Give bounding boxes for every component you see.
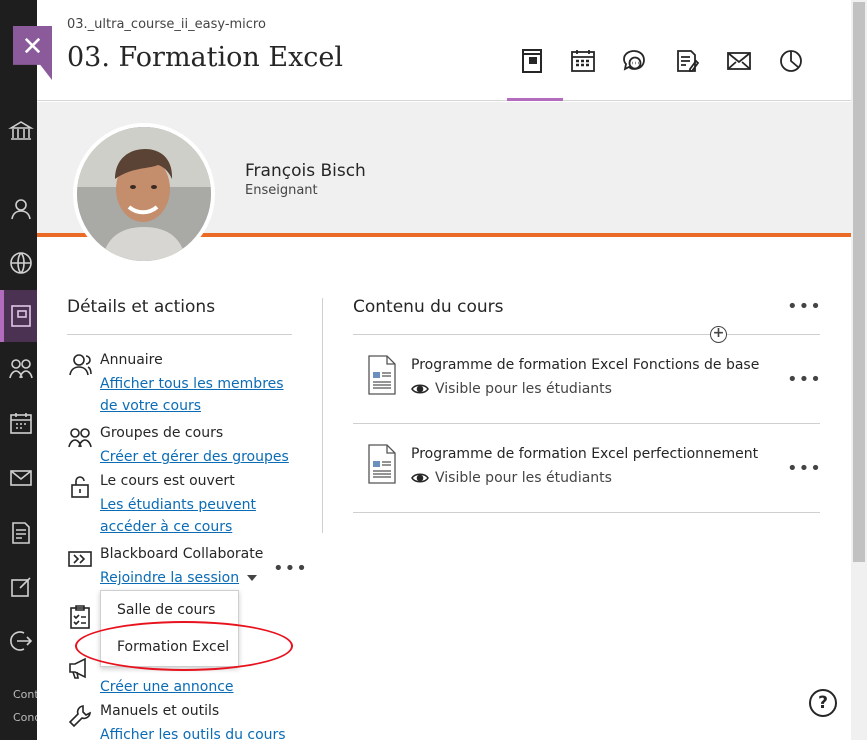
content-item-title[interactable]: Programme de formation Excel Fonctions d…: [411, 357, 759, 373]
global-nav: Cont Cond: [0, 0, 41, 740]
join-session-link[interactable]: Rejoindre la session: [100, 567, 300, 589]
course-header: 03._ultra_course_ii_easy-micro 03. Forma…: [37, 0, 851, 101]
content-item-more-button[interactable]: •••: [787, 369, 822, 390]
collaborate-icon: [67, 546, 93, 572]
eye-icon: [411, 473, 429, 483]
details-item-title: Blackboard Collaborate: [100, 546, 264, 562]
content-more-button[interactable]: •••: [787, 296, 822, 317]
teacher-avatar[interactable]: [73, 123, 215, 265]
megaphone-icon: [67, 655, 93, 681]
courses-icon[interactable]: [8, 303, 34, 329]
column-divider: [322, 298, 323, 533]
details-divider: [67, 334, 292, 335]
details-item-title: Groupes de cours: [100, 425, 224, 441]
nav-active-indicator: [0, 290, 4, 342]
details-item-tools: Manuels et outils Afficher les outils du…: [67, 703, 307, 740]
join-session-label[interactable]: Rejoindre la session: [100, 570, 239, 586]
details-item-title: Manuels et outils: [100, 703, 220, 719]
details-item-collaborate: Blackboard Collaborate Rejoindre la sess…: [67, 546, 307, 590]
details-item-directory: Annuaire Afficher tous les membres de vo…: [67, 352, 307, 414]
grades-icon[interactable]: [8, 520, 34, 546]
details-title: Détails et actions: [67, 297, 216, 317]
collaborate-more-button[interactable]: •••: [273, 558, 308, 579]
document-icon: [367, 355, 397, 395]
institution-icon[interactable]: [8, 118, 34, 144]
organizations-icon[interactable]: [8, 356, 34, 382]
create-announcement-link[interactable]: Créer une annonce: [100, 676, 300, 698]
discussion-icon[interactable]: [618, 44, 652, 78]
signout-icon[interactable]: [8, 628, 34, 654]
details-item-title: Annuaire: [100, 352, 163, 368]
visibility-label: Visible pour les étudiants: [435, 470, 612, 486]
groups-icon: [67, 425, 93, 451]
active-tool-indicator: [507, 98, 563, 101]
manage-groups-link[interactable]: Créer et gérer des groupes: [100, 446, 300, 468]
messages-icon[interactable]: [722, 44, 756, 78]
profile-icon[interactable]: [8, 196, 34, 222]
scrollbar-thumb[interactable]: [853, 2, 865, 562]
messages-icon[interactable]: [8, 465, 34, 491]
globe-icon[interactable]: [8, 250, 34, 276]
highlight-annotation: [75, 621, 293, 671]
content-item-title[interactable]: Programme de formation Excel perfectionn…: [411, 446, 758, 462]
analytics-icon[interactable]: [774, 44, 808, 78]
course-id: 03._ultra_course_ii_easy-micro: [67, 17, 266, 32]
content-item[interactable]: Programme de formation Excel perfectionn…: [353, 424, 822, 513]
attendance-icon: [67, 604, 93, 630]
teacher-role: Enseignant: [245, 183, 318, 198]
view-members-link[interactable]: Afficher tous les membres de votre cours: [100, 373, 300, 417]
chevron-down-icon[interactable]: [247, 575, 258, 581]
unlock-icon: [67, 473, 93, 499]
roster-icon: [67, 352, 93, 378]
calendar-icon[interactable]: [8, 410, 34, 436]
gradebook-icon[interactable]: [670, 44, 704, 78]
calendar-icon[interactable]: [566, 44, 600, 78]
book-icon[interactable]: [515, 44, 549, 78]
view-tools-link[interactable]: Afficher les outils du cours et: [100, 724, 300, 740]
content-title: Contenu du cours: [353, 297, 504, 317]
visibility-label: Visible pour les étudiants: [435, 381, 612, 397]
visibility-status[interactable]: Visible pour les étudiants: [411, 470, 612, 486]
course-panel: 03._ultra_course_ii_easy-micro 03. Forma…: [37, 0, 851, 740]
help-button[interactable]: ?: [809, 689, 837, 717]
menu-item-classroom[interactable]: Salle de cours: [117, 602, 215, 618]
document-icon: [367, 444, 397, 484]
nav-footer-text-1[interactable]: Cont: [13, 688, 39, 701]
details-item-course-open: Le cours est ouvert Les étudiants peuven…: [67, 473, 307, 535]
details-item-groups: Groupes de cours Créer et gérer des grou…: [67, 425, 307, 465]
eye-icon: [411, 384, 429, 394]
course-title: 03. Formation Excel: [67, 42, 344, 73]
course-access-link[interactable]: Les étudiants peuvent accéder à ce cours: [100, 494, 300, 538]
app-root: Cont Cond 03._ultra_course_ii_easy-micro…: [0, 0, 867, 740]
tools-icon[interactable]: [8, 574, 34, 600]
content-item-more-button[interactable]: •••: [787, 458, 822, 479]
details-item-title: Le cours est ouvert: [100, 473, 235, 489]
teacher-name[interactable]: François Bisch: [245, 161, 366, 181]
wrench-icon: [67, 703, 93, 729]
content-item[interactable]: Programme de formation Excel Fonctions d…: [353, 335, 822, 424]
visibility-status[interactable]: Visible pour les étudiants: [411, 381, 612, 397]
